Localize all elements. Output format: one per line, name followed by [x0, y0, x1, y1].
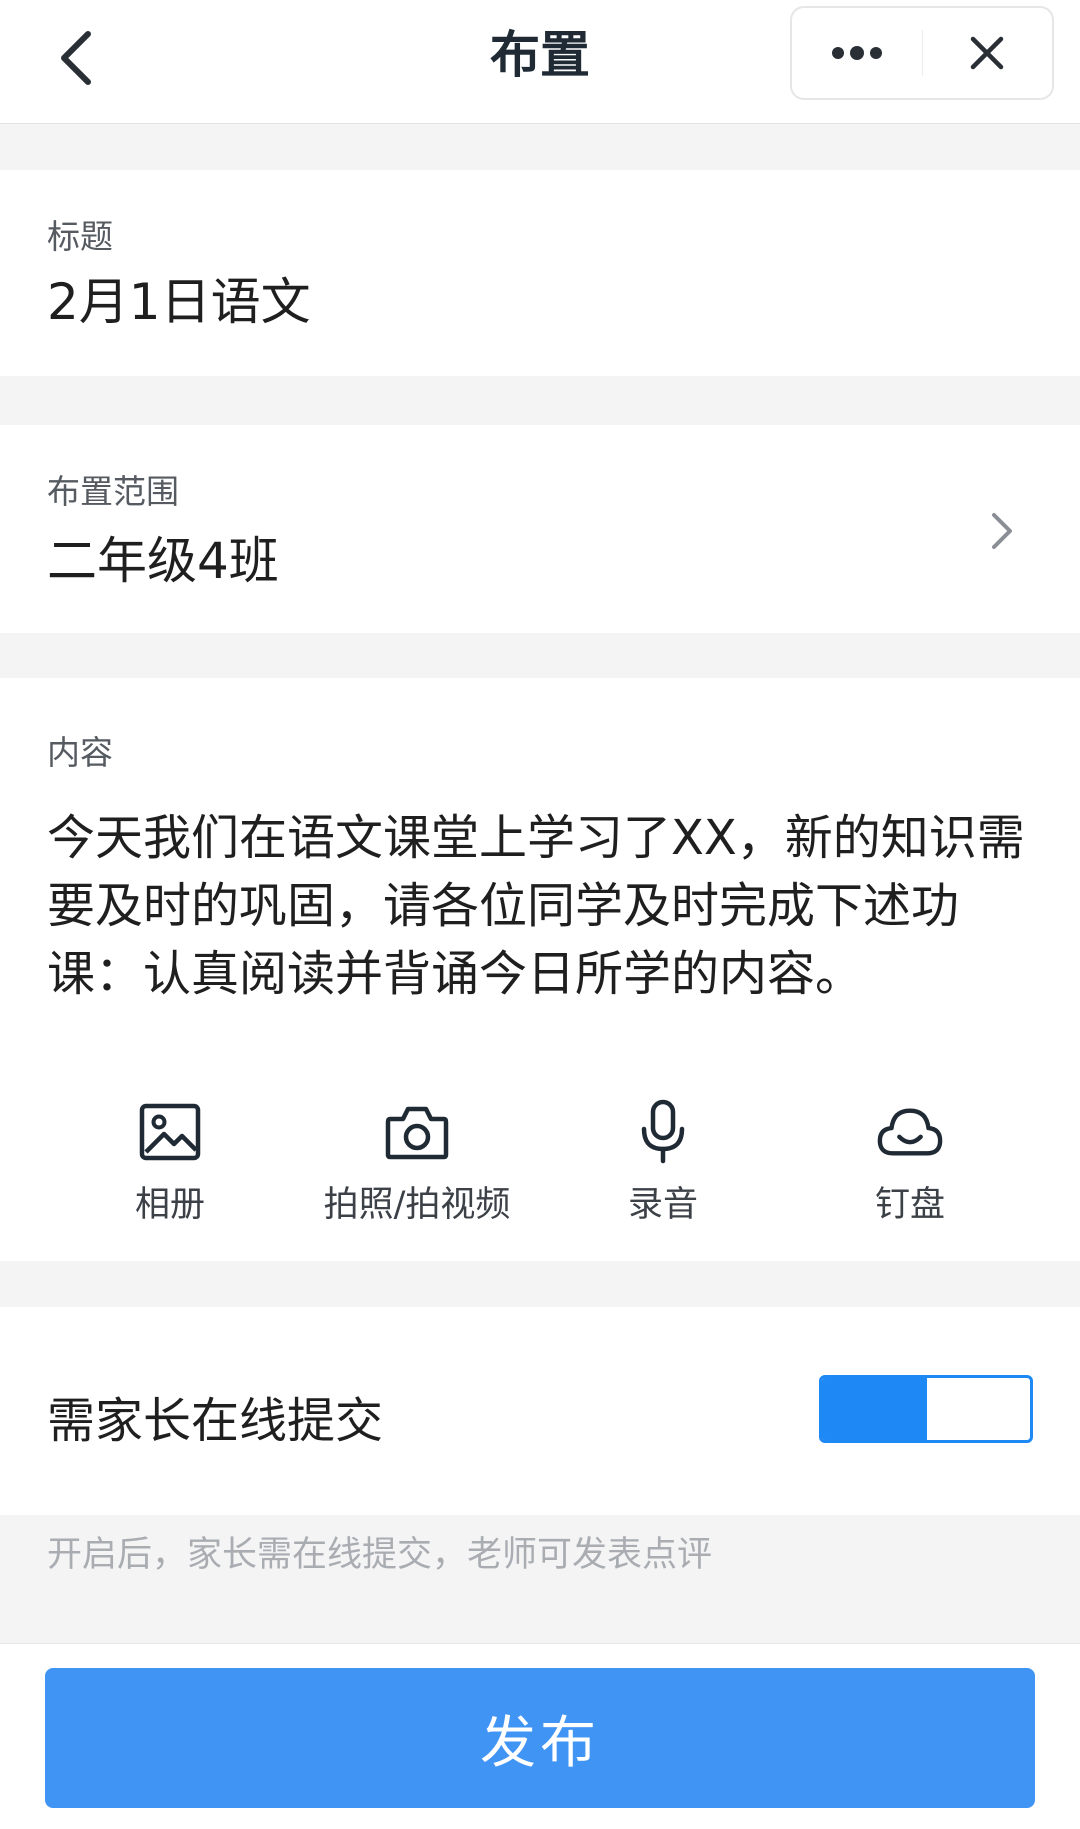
close-icon	[971, 36, 1004, 70]
content-section: 内容 今天我们在语文课堂上学习了XX，新的知识需要及时的巩固，请各位同学及时完成…	[0, 678, 1080, 1261]
cloud-icon	[877, 1108, 943, 1156]
record-label: 录音	[627, 1185, 698, 1225]
camera-icon	[385, 1106, 449, 1160]
dingpan-button[interactable]: 钉盘	[790, 1098, 1030, 1228]
title-section[interactable]: 标题 2月1日语文	[0, 170, 1080, 376]
parent-submit-toggle[interactable]	[819, 1375, 1033, 1443]
toggle-fill	[822, 1378, 927, 1440]
attachment-toolbar: 相册 拍照/拍视频 录音 钉盘	[0, 1098, 1080, 1228]
chevron-right-icon	[982, 509, 1022, 553]
range-section[interactable]: 布置范围 二年级4班	[0, 425, 1080, 633]
record-button[interactable]: 录音	[543, 1098, 783, 1228]
chevron-left-icon	[61, 31, 91, 85]
album-button[interactable]: 相册	[50, 1098, 290, 1228]
more-button[interactable]	[792, 8, 922, 98]
back-button[interactable]	[36, 18, 116, 98]
more-dots-icon	[831, 46, 882, 60]
parent-submit-hint: 开启后，家长需在线提交，老师可发表点评	[47, 1535, 713, 1575]
dingpan-label: 钉盘	[874, 1185, 945, 1225]
header-bar: 布置	[0, 0, 1080, 124]
close-button[interactable]	[923, 8, 1053, 98]
mini-program-capsule	[790, 6, 1054, 100]
content-label: 内容	[47, 733, 113, 772]
parent-submit-section: 需家长在线提交	[0, 1307, 1080, 1515]
range-value: 二年级4班	[47, 532, 279, 590]
content-textarea[interactable]: 今天我们在语文课堂上学习了XX，新的知识需要及时的巩固，请各位同学及时完成下述功…	[47, 804, 1047, 1008]
publish-button[interactable]: 发布	[45, 1668, 1035, 1808]
image-icon	[139, 1103, 201, 1161]
bottom-bar: 发布	[0, 1643, 1080, 1829]
camera-label: 拍照/拍视频	[323, 1185, 511, 1225]
parent-submit-label: 需家长在线提交	[47, 1393, 384, 1449]
camera-button[interactable]: 拍照/拍视频	[297, 1098, 537, 1228]
microphone-icon	[641, 1099, 685, 1164]
title-label: 标题	[47, 217, 113, 256]
album-label: 相册	[134, 1185, 205, 1225]
range-label: 布置范围	[47, 472, 179, 511]
title-value[interactable]: 2月1日语文	[47, 262, 311, 334]
